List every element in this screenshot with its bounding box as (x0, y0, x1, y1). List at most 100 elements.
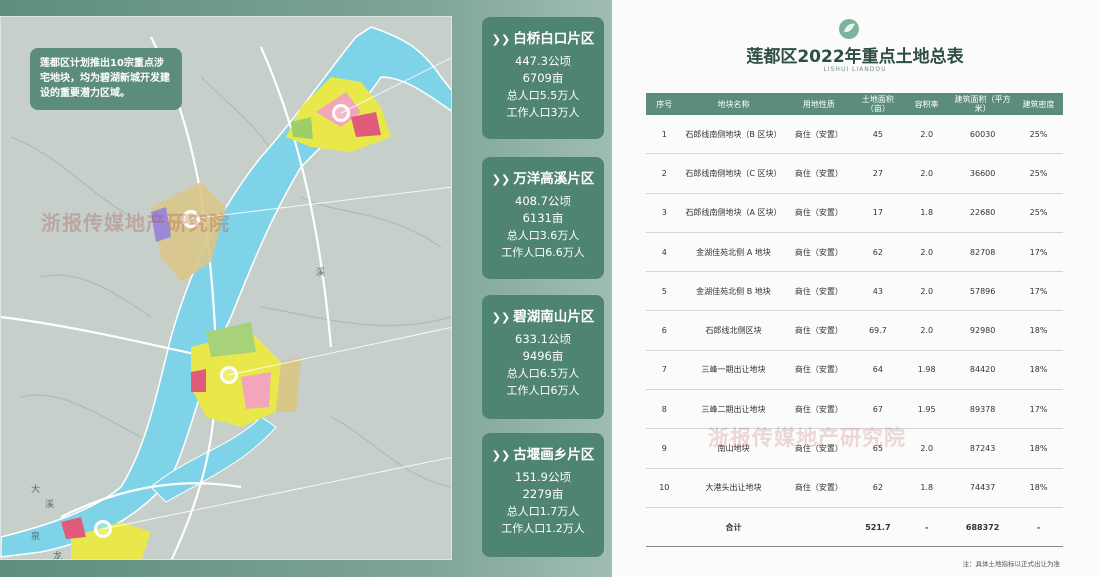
zone-card-guyan: ❯❯ 古堰画乡片区 151.9公顷 2279亩 总人口1.7万人 工作人口1.2万… (482, 433, 604, 557)
table-cell: 45 (853, 115, 903, 155)
zone-area-ha: 633.1公顷 (515, 332, 571, 346)
zone-pop-total: 总人口6.5万人 (506, 367, 580, 380)
table-cell: 2.0 (902, 428, 952, 469)
table-cell: 2.0 (902, 153, 952, 194)
table-cell: 1 (646, 115, 683, 155)
table-cell: 金湖佳苑北侧 A 地块 (682, 232, 785, 273)
table-cell: 25% (1014, 193, 1063, 233)
zone-area-ha: 151.9公顷 (515, 470, 571, 484)
table-cell: 石郎线南侧地块（C 区块） (682, 153, 785, 194)
column-header: 建筑密度 (1014, 93, 1063, 115)
land-table: 序号 地块名称 用地性质 土地面积（亩） 容积率 建筑面积（平方米） 建筑密度 … (646, 93, 1063, 548)
table-total-cell: 合计 (682, 507, 785, 548)
column-header: 土地面积（亩） (853, 93, 903, 115)
zone-area-mu: 9496亩 (522, 349, 564, 363)
table-cell: 2.0 (902, 232, 952, 273)
table-cell: 5 (646, 271, 683, 312)
table-cell: 10 (646, 468, 683, 508)
table-cell: 3 (646, 193, 683, 233)
place-label: 溪 (316, 266, 325, 278)
table-cell: 84420 (951, 350, 1015, 391)
table-cell: 17% (1014, 389, 1063, 430)
table-cell: 17% (1014, 232, 1063, 273)
zone-center-marker (220, 366, 238, 384)
zone-pop-total: 总人口1.7万人 (506, 505, 580, 518)
zone-center-marker (332, 104, 350, 122)
table-total-cell: 521.7 (853, 507, 903, 548)
table-cell: 7 (646, 350, 683, 391)
table-cell: 18% (1014, 428, 1063, 469)
table-cell: 8 (646, 389, 683, 430)
map-intro-text: 莲都区计划推出10宗重点涉宅地块，均为碧湖新城开发建设的重要潜力区域。 (30, 48, 182, 110)
table-cell: 92980 (951, 310, 1015, 351)
table-cell: 62 (853, 468, 903, 508)
table-cell: 三峰一期出让地块 (682, 350, 785, 391)
table-cell: 82708 (951, 232, 1015, 273)
table-cell: 43 (853, 271, 903, 312)
column-header: 用地性质 (784, 93, 854, 115)
table-cell: 60030 (951, 115, 1015, 155)
table-cell: 69.7 (853, 310, 903, 351)
zone-card-title: ❯❯ 碧湖南山片区 (491, 309, 595, 325)
table-cell: 25% (1014, 153, 1063, 194)
table-row: 6 石郎线北侧区块 商住（安置） 69.7 2.0 92980 18% (646, 310, 1063, 351)
table-cell: 74437 (951, 468, 1015, 508)
map-panel: 溪 大 溪 泉 龙 浙报传媒地产研究院 莲都区计划推出10宗重点涉宅地块，均为碧… (0, 0, 612, 577)
table-cell: 1.8 (902, 193, 952, 233)
column-header: 容积率 (902, 93, 952, 115)
zone-pop-work: 工作人口6.6万人 (501, 246, 585, 259)
column-header: 建筑面积（平方米） (951, 93, 1015, 115)
chevron-right-icon: ❯❯ (491, 311, 511, 324)
zone-area-ha: 447.3公顷 (515, 54, 571, 68)
table-row: 7 三峰一期出让地块 商住（安置） 64 1.98 84420 18% (646, 350, 1063, 391)
table-cell: 商住（安置） (784, 350, 854, 391)
table-row: 1 石郎线南侧地块（B 区块） 商住（安置） 45 2.0 60030 25% (646, 115, 1063, 155)
table-cell: 17% (1014, 271, 1063, 312)
table-cell: 17 (853, 193, 903, 233)
table-cell: 2.0 (902, 115, 952, 155)
zone-pop-work: 工作人口1.2万人 (501, 522, 585, 535)
table-row: 10 大港头出让地块 商住（安置） 62 1.8 74437 18% (646, 468, 1063, 508)
table-cell: 2.0 (902, 310, 952, 351)
zone-card-title: ❯❯ 古堰画乡片区 (491, 447, 595, 463)
leaf-logo-icon (839, 19, 859, 39)
table-subtitle: LISHUI LIANDOU (823, 66, 887, 73)
zone-area-mu: 6131亩 (522, 211, 564, 225)
table-cell: 87243 (951, 428, 1015, 469)
table-header-row: 序号 地块名称 用地性质 土地面积（亩） 容积率 建筑面积（平方米） 建筑密度 (646, 93, 1063, 115)
table-cell: 18% (1014, 310, 1063, 351)
table-cell: 大港头出让地块 (682, 468, 785, 508)
zone-card-baiqiao: ❯❯ 白桥白口片区 447.3公顷 6709亩 总人口5.5万人 工作人口3万人 (482, 17, 604, 139)
place-label: 大 (31, 483, 40, 495)
table-total-cell: - (1014, 507, 1063, 548)
table-cell: 1.95 (902, 389, 952, 430)
table-total-cell: 688372 (951, 507, 1015, 548)
table-title: 莲都区2022年重点土地总表 (746, 47, 964, 67)
table-cell: 金湖佳苑北侧 B 地块 (682, 271, 785, 312)
table-cell: 2.0 (902, 271, 952, 312)
table-total-row: 合计 521.7-688372- (646, 507, 1063, 548)
chevron-right-icon: ❯❯ (491, 33, 511, 46)
chevron-right-icon: ❯❯ (491, 173, 511, 186)
column-header: 序号 (646, 93, 683, 115)
table-total-cell: - (902, 507, 952, 548)
table-cell: 4 (646, 232, 683, 273)
table-cell: 商住（安置） (784, 115, 854, 155)
table-cell: 商住（安置） (784, 193, 854, 233)
place-label: 溪 (45, 498, 54, 510)
table-cell: 22680 (951, 193, 1015, 233)
zone-center-marker (94, 520, 112, 538)
place-label: 泉 (31, 530, 40, 542)
table-cell: 62 (853, 232, 903, 273)
table-cell: 商住（安置） (784, 468, 854, 508)
zone-pop-total: 总人口5.5万人 (506, 89, 580, 102)
table-row: 2 石郎线南侧地块（C 区块） 商住（安置） 27 2.0 36600 25% (646, 153, 1063, 194)
zone-pop-work: 工作人口6万人 (506, 384, 580, 397)
table-watermark: 浙报传媒地产研究院 (708, 426, 906, 450)
zone-area-ha: 408.7公顷 (515, 194, 571, 208)
zone-pop-work: 工作人口3万人 (506, 106, 580, 119)
table-row: 3 石郎线南侧地块（A 区块） 商住（安置） 17 1.8 22680 25% (646, 193, 1063, 233)
table-cell: 6 (646, 310, 683, 351)
zone-card-wanyang: ❯❯ 万洋高溪片区 408.7公顷 6131亩 总人口3.6万人 工作人口6.6万… (482, 157, 604, 279)
table-cell: 石郎线南侧地块（B 区块） (682, 115, 785, 155)
